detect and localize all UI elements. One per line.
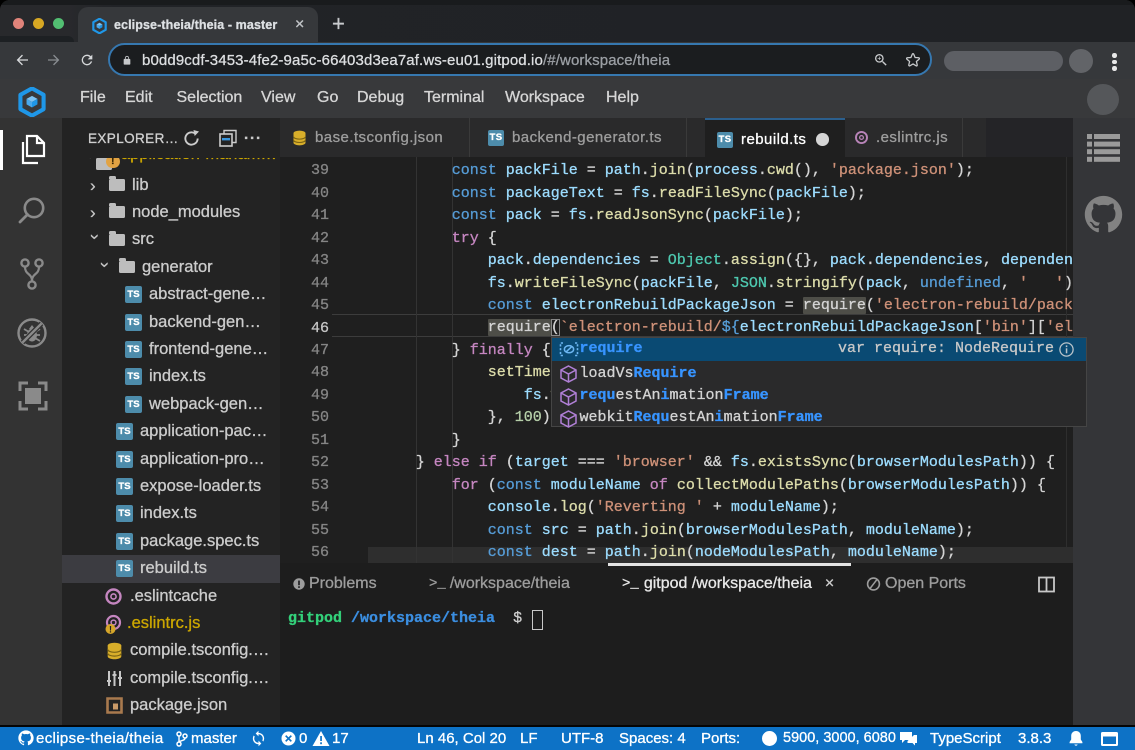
svg-text:!: ! — [109, 624, 112, 634]
